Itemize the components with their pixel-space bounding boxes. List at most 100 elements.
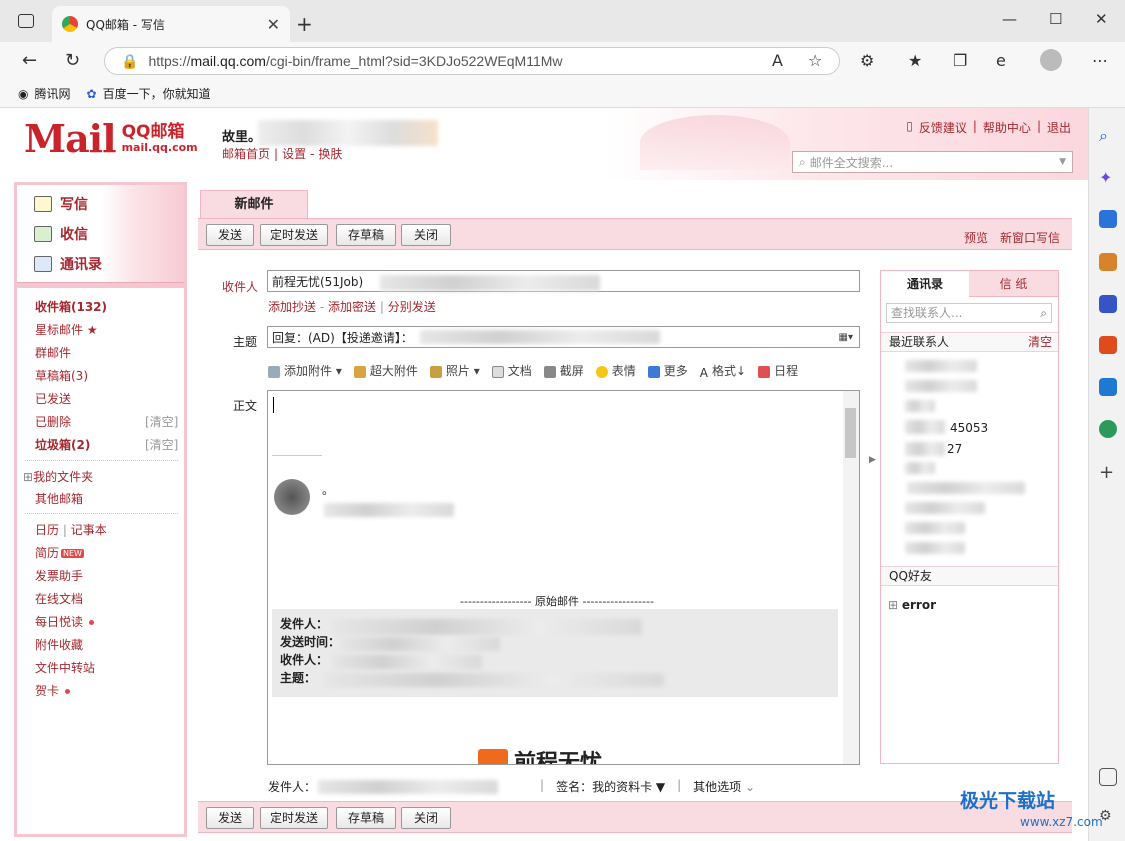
contact-group[interactable]: ⊞ error [888, 598, 936, 612]
collections-icon[interactable]: ❐ [953, 51, 967, 70]
folder-starred[interactable]: 星标邮件 ★ [35, 321, 98, 338]
app-cards[interactable]: 贺卡 [35, 682, 71, 699]
collapse-panel-icon[interactable]: ▶ [869, 455, 876, 465]
app-invoice[interactable]: 发票助手 [35, 567, 83, 584]
folder-drafts[interactable]: 草稿箱(3) [35, 367, 88, 384]
close-button[interactable]: 关闭 [401, 224, 451, 246]
empty-trash-link[interactable]: [清空] [145, 413, 178, 430]
address-bar[interactable]: 🔒 https://mail.qq.com/cgi-bin/frame_html… [104, 47, 840, 75]
tree-icon[interactable] [1099, 420, 1117, 438]
folder-sent[interactable]: 已发送 [35, 390, 71, 407]
folder-inbox[interactable]: 收件箱(132) [35, 298, 107, 315]
notebook-link[interactable]: 记事本 [71, 523, 107, 537]
favorites-icon[interactable]: ★ [908, 51, 922, 70]
add-bcc-link[interactable]: 添加密送 [328, 300, 376, 314]
profile-avatar[interactable] [1040, 49, 1062, 71]
tab-actions-icon[interactable] [18, 14, 34, 28]
recipient-chip[interactable]: 前程无忧(51Job) [272, 273, 363, 290]
refresh-icon[interactable]: ↻ [65, 50, 80, 71]
qq-mail-logo[interactable]: Mail QQ邮箱 mail.qq.com [24, 116, 198, 161]
office-icon[interactable] [1099, 336, 1117, 354]
tab-new-mail[interactable]: 新邮件 [200, 190, 308, 218]
logout-link[interactable]: 退出 [1047, 119, 1071, 136]
bookmark-tencent[interactable]: ◉ 腾讯网 [18, 85, 71, 102]
scheduled-send-button[interactable]: 定时发送 [260, 807, 328, 829]
new-window-link[interactable]: 新窗口写信 [1000, 229, 1060, 246]
bookmark-baidu[interactable]: ✿ 百度一下，你就知道 [87, 85, 211, 102]
stationery-picker-icon[interactable]: ▦▾ [839, 332, 853, 343]
save-draft-button[interactable]: 存草稿 [336, 224, 396, 246]
send-button[interactable]: 发送 [206, 807, 254, 829]
minimize-icon[interactable]: — [1002, 10, 1017, 28]
copilot-icon[interactable]: ✦ [1099, 168, 1117, 187]
new-tab-icon[interactable]: + [296, 12, 313, 36]
feedback-link[interactable]: 反馈建议 [919, 119, 967, 136]
schedule-button[interactable]: 日程 [758, 362, 798, 379]
calendar-link[interactable]: 日历 [35, 523, 59, 537]
games-icon[interactable] [1099, 295, 1117, 313]
format-button[interactable]: A 格式↓ [700, 362, 746, 380]
search-icon[interactable]: ⌕ [1099, 126, 1117, 145]
mobile-icon[interactable]: ▯ [906, 119, 913, 136]
extensions-icon[interactable]: ⚙ [860, 51, 874, 70]
more-menu-icon[interactable]: ⋯ [1092, 51, 1108, 70]
add-cc-link[interactable]: 添加抄送 [268, 300, 316, 314]
tools-icon[interactable] [1099, 253, 1117, 271]
tab-contacts[interactable]: 通讯录 [881, 271, 969, 298]
other-options[interactable]: 其他选项 ⌄ [693, 778, 755, 795]
ie-mode-icon[interactable]: e [996, 51, 1006, 70]
browser-tab[interactable]: QQ邮箱 - 写信 ✕ [52, 6, 290, 42]
app-resume[interactable]: 简历 NEW [35, 544, 84, 561]
sidebar-toggle-icon[interactable] [1099, 768, 1117, 786]
close-window-icon[interactable]: ✕ [1095, 10, 1108, 28]
mail-home-link[interactable]: 邮箱首页 [222, 147, 270, 161]
contact-partial[interactable]: 27 [947, 442, 962, 456]
app-daily-read[interactable]: 每日悦读 [35, 613, 95, 630]
other-mailboxes[interactable]: 其他邮箱 [35, 490, 83, 507]
chevron-down-icon[interactable]: ▼ [1059, 157, 1066, 167]
folder-deleted[interactable]: 已删除 [清空] [35, 413, 178, 430]
qq-friends-header[interactable]: QQ好友 [881, 566, 1058, 586]
skin-link[interactable]: 换肤 [318, 147, 342, 161]
big-attachment-button[interactable]: 超大附件 [353, 362, 418, 379]
app-docs[interactable]: 在线文档 [35, 590, 83, 607]
shopping-tag-icon[interactable] [1099, 210, 1117, 228]
read-aloud-icon[interactable]: A [772, 51, 783, 70]
clear-recent-link[interactable]: 清空 [1028, 333, 1052, 351]
send-separately-link[interactable]: 分别发送 [388, 300, 436, 314]
close-tab-icon[interactable]: ✕ [267, 15, 280, 34]
mail-search-input[interactable]: ⌕ 邮件全文搜索... ▼ [792, 151, 1073, 173]
app-attachments[interactable]: 附件收藏 [35, 636, 83, 653]
maximize-icon[interactable]: ☐ [1049, 10, 1062, 28]
photo-button[interactable]: 照片 ▾ [429, 362, 480, 379]
outlook-icon[interactable] [1099, 378, 1117, 396]
compose-button[interactable]: 写信 [34, 194, 88, 214]
folder-spam[interactable]: 垃圾箱(2) [清空] [35, 436, 178, 453]
signature-select[interactable]: 签名：我的资料卡 ▼ [556, 778, 665, 795]
favorite-add-icon[interactable]: ☆ [808, 51, 822, 70]
body-editor[interactable]: 。 ------------------ 原始邮件 --------------… [267, 390, 860, 765]
my-folders[interactable]: ⊞我的文件夹 [23, 468, 93, 485]
document-button[interactable]: 文档 [491, 362, 532, 379]
back-icon[interactable]: ← [22, 50, 37, 71]
scrollbar-thumb[interactable] [845, 408, 856, 458]
contacts-button[interactable]: 通讯录 [34, 254, 102, 274]
emoji-button[interactable]: 表情 [595, 362, 636, 379]
app-file-transfer[interactable]: 文件中转站 [35, 659, 95, 676]
scheduled-send-button[interactable]: 定时发送 [260, 224, 328, 246]
receive-button[interactable]: 收信 [34, 224, 88, 244]
add-attachment-button[interactable]: 添加附件 ▾ [268, 362, 342, 379]
preview-link[interactable]: 预览 [964, 229, 988, 246]
add-icon[interactable]: + [1099, 462, 1117, 483]
screenshot-button[interactable]: 截屏 [543, 362, 584, 379]
send-button[interactable]: 发送 [206, 224, 254, 246]
settings-link[interactable]: 设置 [282, 147, 306, 161]
contact-search-input[interactable]: 查找联系人... ⌕ [886, 303, 1052, 323]
more-button[interactable]: 更多 [647, 362, 688, 379]
folder-group[interactable]: 群邮件 [35, 344, 71, 361]
close-button[interactable]: 关闭 [401, 807, 451, 829]
tab-stationery[interactable]: 信 纸 [969, 271, 1058, 297]
help-link[interactable]: 帮助中心 [983, 119, 1031, 136]
empty-spam-link[interactable]: [清空] [145, 436, 178, 453]
save-draft-button[interactable]: 存草稿 [336, 807, 396, 829]
